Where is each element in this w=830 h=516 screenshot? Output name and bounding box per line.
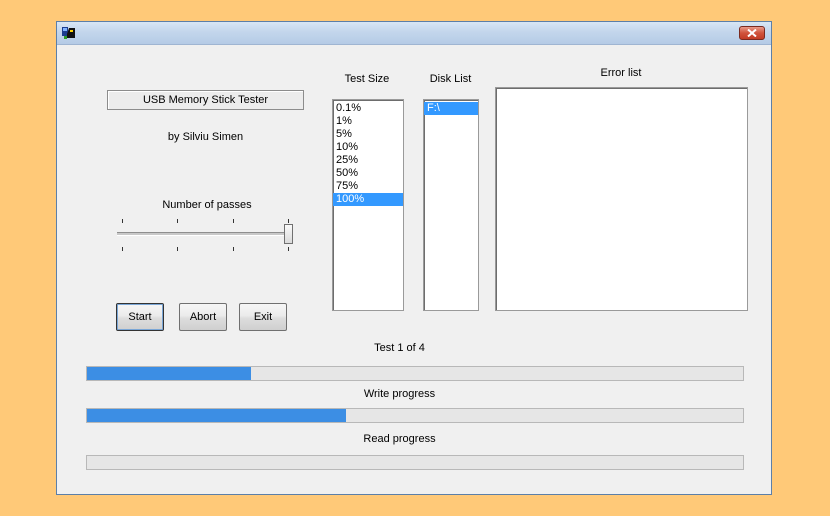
client-area: USB Memory Stick Tester by Silviu Simen … (57, 45, 771, 494)
test-size-option[interactable]: 25% (333, 154, 403, 167)
test-size-option[interactable]: 100% (333, 193, 403, 206)
test-progress-fill (87, 367, 251, 380)
slider-tick (288, 219, 289, 223)
slider-tick (288, 247, 289, 251)
error-list[interactable] (495, 87, 748, 311)
slider-tick (122, 247, 123, 251)
start-button[interactable]: Start (116, 303, 164, 331)
test-size-list[interactable]: 0.1% 1% 5% 10% 25% 50% 75% 100% (332, 99, 404, 311)
usb-tester-app-icon[interactable] (61, 25, 77, 41)
slider-tick (122, 219, 123, 223)
disk-list-label: Disk List (429, 73, 472, 85)
slider-tick (233, 247, 234, 251)
disk-list[interactable]: F:\ (423, 99, 479, 311)
app-title-box: USB Memory Stick Tester (107, 90, 304, 110)
test-size-option[interactable]: 1% (333, 115, 403, 128)
test-status-label: Test 1 of 4 (374, 342, 425, 354)
disk-option[interactable]: F:\ (424, 102, 478, 115)
abort-button[interactable]: Abort (179, 303, 227, 331)
read-progress-bar (86, 455, 744, 470)
write-progress-fill (87, 409, 347, 422)
title-bar[interactable] (57, 22, 771, 45)
test-size-option[interactable]: 10% (333, 141, 403, 154)
test-size-option[interactable]: 5% (333, 128, 403, 141)
read-progress-label: Read progress (363, 433, 436, 445)
test-size-option[interactable]: 0.1% (333, 102, 403, 115)
test-size-option[interactable]: 75% (333, 180, 403, 193)
close-button[interactable] (739, 26, 765, 40)
write-progress-label: Write progress (363, 388, 436, 400)
close-icon (747, 29, 757, 37)
slider-track (117, 232, 293, 236)
test-size-label: Test Size (344, 73, 390, 85)
test-progress-bar (86, 366, 744, 381)
slider-tick (177, 247, 178, 251)
slider-tick (177, 219, 178, 223)
exit-button[interactable]: Exit (239, 303, 287, 331)
passes-label: Number of passes (162, 199, 252, 211)
write-progress-bar (86, 408, 744, 423)
main-window: USB Memory Stick Tester by Silviu Simen … (56, 21, 772, 495)
slider-thumb[interactable] (284, 224, 293, 244)
slider-tick (233, 219, 234, 223)
test-size-option[interactable]: 50% (333, 167, 403, 180)
error-list-label: Error list (600, 67, 642, 79)
passes-slider[interactable] (117, 215, 297, 255)
author-label: by Silviu Simen (167, 131, 244, 143)
